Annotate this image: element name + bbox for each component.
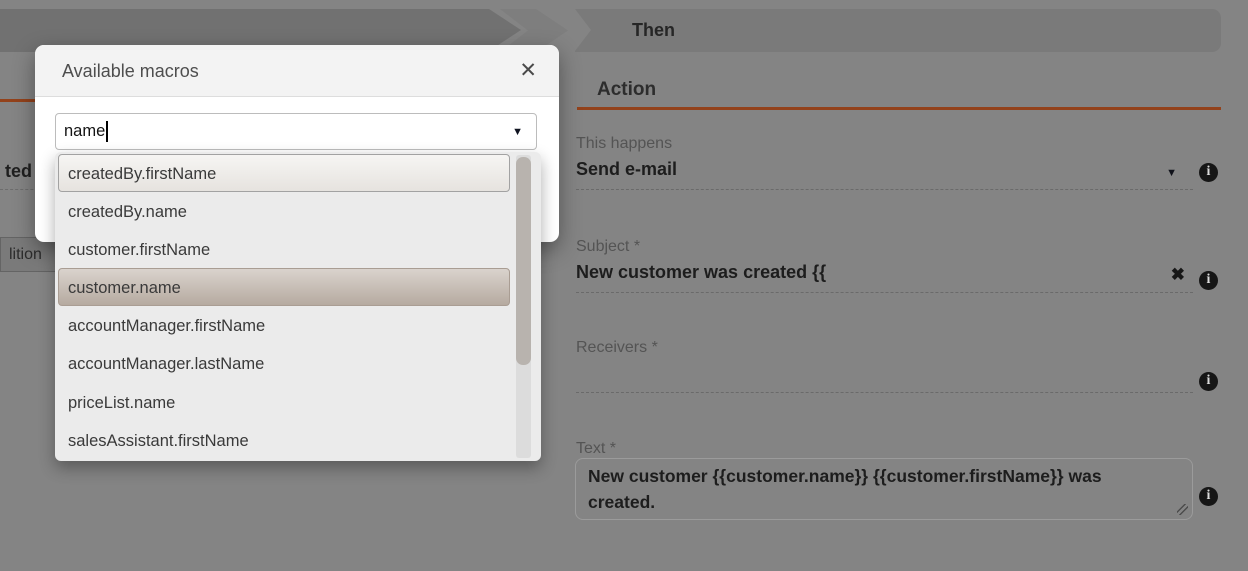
this-happens-info-icon[interactable]: i: [1199, 163, 1218, 182]
text-label: Text *: [576, 440, 616, 458]
action-section-heading: Action: [597, 79, 656, 101]
macro-option[interactable]: priceList.name: [58, 383, 510, 421]
dialog-header: Available macros ✕: [35, 45, 559, 97]
left-field-value-fragment: ted: [5, 161, 32, 182]
macro-option[interactable]: accountManager.firstName: [58, 306, 510, 344]
receivers-info-icon[interactable]: i: [1199, 372, 1218, 391]
text-textarea[interactable]: New customer {{customer.name}} {{custome…: [575, 458, 1193, 520]
scrollbar-thumb[interactable]: [516, 157, 531, 365]
macro-option[interactable]: createdBy.firstName: [58, 154, 510, 192]
receivers-input[interactable]: [576, 362, 1193, 393]
resize-grip-icon[interactable]: [1177, 504, 1188, 515]
this-happens-value: Send e-mail: [576, 159, 677, 179]
macro-option[interactable]: createdBy.name: [58, 192, 510, 230]
this-happens-select[interactable]: Send e-mail ▼: [576, 159, 1193, 190]
subject-label: Subject *: [576, 238, 640, 256]
then-band-label: Then: [632, 9, 1221, 52]
macro-search-value: name: [64, 122, 105, 141]
clear-subject-icon[interactable]: ✖: [1171, 265, 1185, 285]
subject-value: New customer was created {{: [576, 262, 826, 282]
dialog-title: Available macros: [62, 61, 199, 81]
macro-option[interactable]: customer.firstName: [58, 230, 510, 268]
combo-dropdown-icon[interactable]: ▼: [512, 126, 523, 138]
macro-search-input[interactable]: name ▼: [55, 113, 537, 150]
text-cursor: [106, 121, 108, 142]
macro-option[interactable]: customer.name: [58, 268, 510, 306]
scrollbar-track[interactable]: [516, 155, 531, 458]
macro-dropdown-panel: createdBy.firstNamecreatedBy.namecustome…: [55, 152, 541, 461]
macro-options-list: createdBy.firstNamecreatedBy.namecustome…: [58, 154, 510, 459]
this-happens-label: This happens: [576, 135, 672, 153]
receivers-label: Receivers *: [576, 339, 658, 357]
macro-option[interactable]: accountManager.lastName: [58, 344, 510, 382]
subject-input[interactable]: New customer was created {{ ✖: [576, 262, 1193, 293]
close-icon[interactable]: ✕: [519, 45, 537, 97]
text-info-icon[interactable]: i: [1199, 487, 1218, 506]
subject-info-icon[interactable]: i: [1199, 271, 1218, 290]
action-section-underline: [577, 107, 1221, 110]
text-value: New customer {{customer.name}} {{custome…: [588, 466, 1102, 512]
workflow-band-then: Then: [575, 9, 1221, 52]
left-section-underline: [0, 99, 35, 102]
chevron-down-icon[interactable]: ▼: [1166, 167, 1177, 179]
macro-option[interactable]: salesAssistant.firstName: [58, 421, 510, 459]
